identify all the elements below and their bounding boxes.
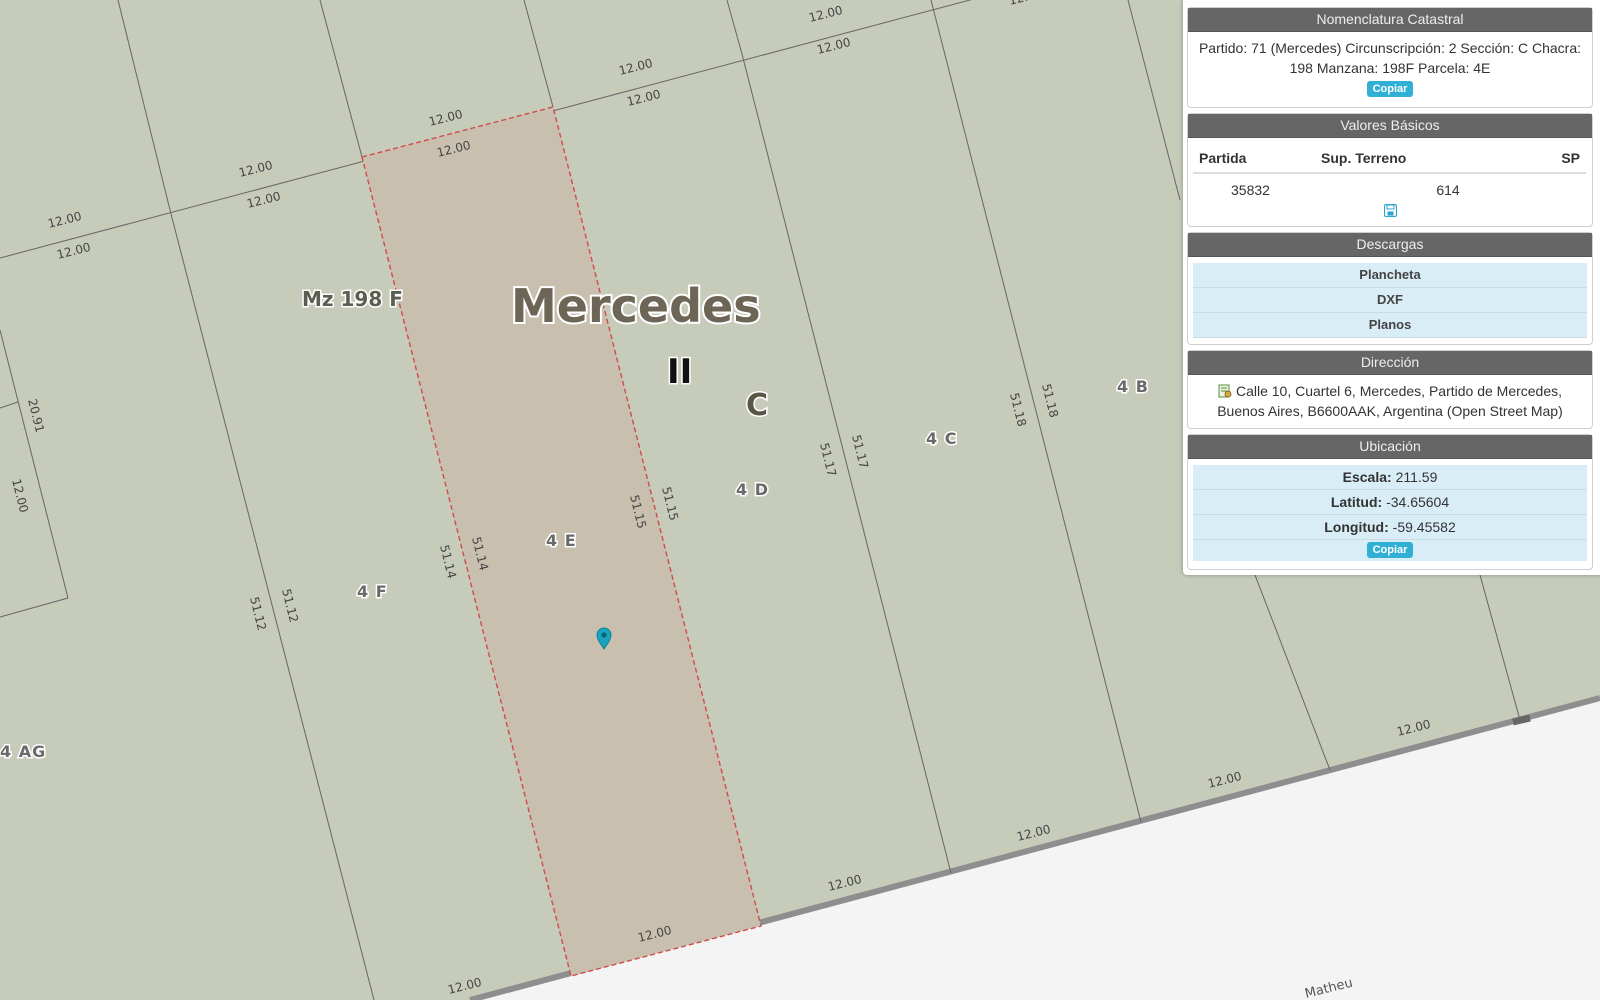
map-document-icon[interactable] [1218, 384, 1232, 398]
partida-value: 35832 [1231, 182, 1270, 198]
lot-label-4ag[interactable]: 4 AG [0, 741, 47, 763]
lot-label-4f[interactable]: 4 F [356, 581, 389, 603]
lot-label-4e[interactable]: 4 E [545, 530, 578, 552]
info-panel: Nomenclatura Catastral Partido: 71 (Merc… [1183, 0, 1600, 575]
manzana-label: Mz 198 F [302, 287, 403, 311]
nomenclatura-text: Partido: 71 (Mercedes) Circunscripción: … [1198, 40, 1582, 76]
lot-label-4b[interactable]: 4 B [1116, 376, 1150, 398]
latitud-value: -34.65604 [1386, 494, 1450, 510]
descargas-title: Descargas [1188, 233, 1592, 257]
valores-table: Partida Sup. Terreno SP 35832 614 [1193, 138, 1586, 204]
valores-card: Valores Básicos Partida Sup. Terreno SP … [1187, 113, 1593, 227]
ubicacion-card: Ubicación Escala: 211.59 Latitud: -34.65… [1187, 434, 1593, 570]
floppy-disk-icon[interactable] [1383, 203, 1397, 218]
city-label: Mercedes [511, 279, 761, 333]
valores-title: Valores Básicos [1188, 114, 1592, 138]
col-partida: Partida [1193, 138, 1315, 174]
seccion-label: C [746, 388, 768, 423]
escala-value: 211.59 [1395, 469, 1438, 485]
escala-row: Escala: 211.59 [1193, 465, 1587, 490]
longitud-value: -59.45582 [1392, 519, 1456, 535]
longitud-label: Longitud: [1324, 519, 1389, 535]
lot-label-4d[interactable]: 4 D [735, 479, 770, 501]
col-sp: SP [1527, 138, 1586, 174]
download-planos[interactable]: Planos [1193, 313, 1587, 338]
escala-label: Escala: [1342, 469, 1392, 485]
sp-value [1527, 173, 1586, 204]
ubicacion-title: Ubicación [1188, 435, 1592, 459]
descargas-card: Descargas Plancheta DXF Planos [1187, 232, 1593, 345]
table-row: 35832 614 [1193, 173, 1586, 204]
latitud-row: Latitud: -34.65604 [1193, 490, 1587, 515]
nomenclatura-title: Nomenclatura Catastral [1188, 8, 1592, 32]
direccion-title: Dirección [1188, 351, 1592, 375]
circunscripcion-label: II [667, 352, 692, 392]
nomenclatura-card: Nomenclatura Catastral Partido: 71 (Merc… [1187, 7, 1593, 108]
longitud-row: Longitud: -59.45582 [1193, 515, 1587, 540]
sup-terreno-value: 614 [1436, 182, 1460, 198]
copy-coordinates-button[interactable]: Copiar [1366, 542, 1414, 558]
direccion-text: Calle 10, Cuartel 6, Mercedes, Partido d… [1217, 383, 1563, 419]
lot-label-4c[interactable]: 4 C [925, 428, 958, 450]
road-edge-mark [1512, 714, 1531, 726]
latitud-label: Latitud: [1330, 494, 1383, 510]
copy-nomenclatura-button[interactable]: Copiar [1366, 81, 1414, 97]
download-plancheta[interactable]: Plancheta [1193, 263, 1587, 288]
download-dxf[interactable]: DXF [1193, 288, 1587, 313]
col-sup-terreno: Sup. Terreno [1315, 138, 1527, 174]
direccion-card: Dirección Calle 10, Cuartel 6, Mercedes,… [1187, 350, 1593, 429]
